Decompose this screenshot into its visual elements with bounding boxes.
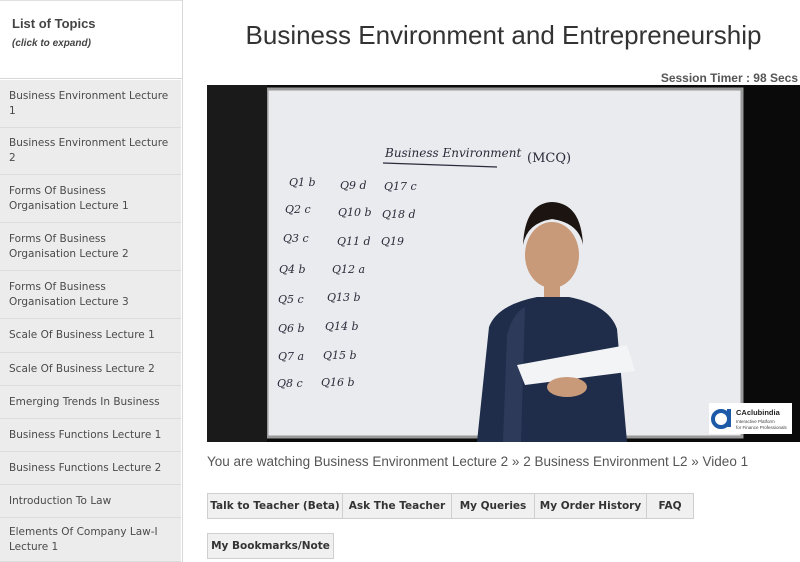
board-answer: Q5 c	[278, 293, 304, 306]
page-title: Business Environment and Entrepreneurshi…	[245, 20, 762, 50]
breadcrumb: You are watching Business Environment Le…	[207, 454, 749, 469]
my-queries-button[interactable]: My Queries	[451, 493, 535, 519]
board-answer: Q14 b	[325, 320, 359, 333]
lecture-video-frame: Business Environment (MCQ) Q1 b Q9 d Q17…	[207, 85, 792, 442]
topic-item[interactable]: Introduction To Law	[0, 485, 181, 518]
topics-header[interactable]: List of Topics (click to expand)	[0, 0, 182, 79]
board-title: Business Environment	[384, 146, 522, 160]
bookmarks-button[interactable]: My Bookmarks/Note	[207, 533, 334, 559]
session-timer: Session Timer : 98 Secs	[660, 71, 798, 85]
board-answer: Q16 b	[321, 376, 355, 389]
board-answer: Q12 a	[332, 263, 365, 276]
board-answer: Q13 b	[327, 291, 361, 304]
ask-teacher-button[interactable]: Ask The Teacher	[342, 493, 452, 519]
order-history-button[interactable]: My Order History	[534, 493, 647, 519]
video-player[interactable]: Business Environment (MCQ) Q1 b Q9 d Q17…	[207, 85, 800, 442]
caclubindia-logo: CAclubindia Interactive Platform for Fin…	[709, 403, 792, 434]
topic-item[interactable]: Elements Of Company Law-I Lecture 1	[0, 518, 181, 562]
board-answer: Q1 b	[289, 176, 316, 189]
topic-item[interactable]: Business Environment Lecture 2	[0, 128, 181, 175]
board-answer: Q6 b	[278, 322, 305, 335]
topics-heading: List of Topics	[12, 16, 96, 31]
svg-text:for Finance Professionals: for Finance Professionals	[736, 425, 788, 430]
board-answer: Q3 c	[283, 232, 309, 245]
board-answer: Q19	[381, 235, 404, 248]
board-answer: Q10 b	[338, 206, 372, 219]
board-answer: Q8 c	[277, 377, 303, 390]
board-answer: Q17 c	[384, 180, 417, 193]
topic-item[interactable]: Forms Of Business Organisation Lecture 1	[0, 175, 181, 223]
topic-item[interactable]: Forms Of Business Organisation Lecture 3	[0, 271, 181, 319]
board-answer: Q15 b	[323, 349, 357, 362]
talk-to-teacher-button[interactable]: Talk to Teacher (Beta)	[207, 493, 343, 519]
svg-text:CAclubindia: CAclubindia	[736, 408, 781, 417]
board-answer: Q11 d	[337, 235, 371, 248]
topics-sidebar: List of Topics (click to expand) Busines…	[0, 0, 183, 562]
topic-item[interactable]: Scale Of Business Lecture 1	[0, 319, 181, 353]
board-answer: Q4 b	[279, 263, 306, 276]
topic-item[interactable]: Business Environment Lecture 1	[0, 80, 181, 128]
board-answer: Q7 a	[278, 350, 304, 363]
topic-item[interactable]: Emerging Trends In Business	[0, 386, 181, 419]
topic-item[interactable]: Business Functions Lecture 2	[0, 452, 181, 485]
faq-button[interactable]: FAQ	[646, 493, 694, 519]
topics-subheading: (click to expand)	[12, 38, 91, 49]
board-answer: Q18 d	[382, 208, 416, 221]
board-answer: Q9 d	[340, 179, 367, 192]
topic-item[interactable]: Scale Of Business Lecture 2	[0, 353, 181, 386]
board-answer: Q2 c	[285, 203, 311, 216]
svg-text:Interactive Platform: Interactive Platform	[736, 419, 775, 424]
topic-item[interactable]: Forms Of Business Organisation Lecture 2	[0, 223, 181, 271]
topic-item[interactable]: Business Functions Lecture 1	[0, 419, 181, 452]
board-tag: (MCQ)	[527, 151, 571, 166]
